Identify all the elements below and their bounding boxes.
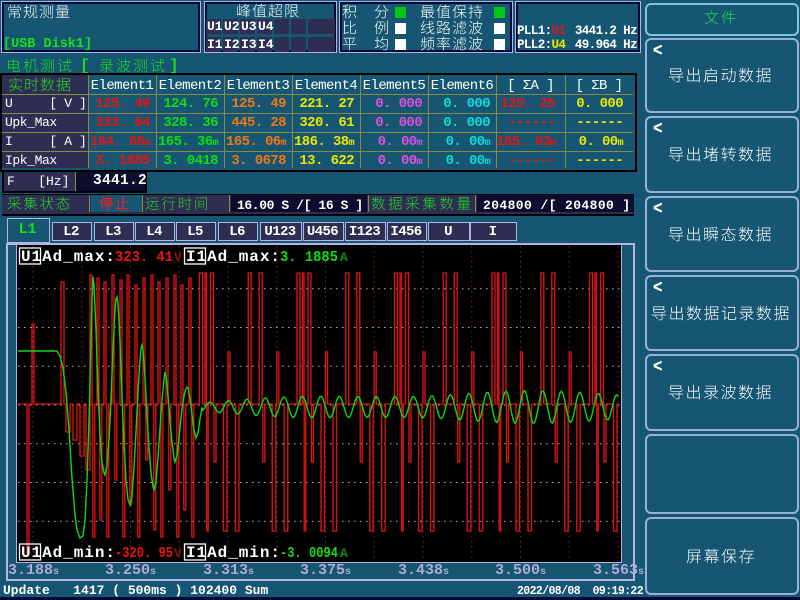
svg-text:323. 41: 323. 41 bbox=[115, 249, 173, 266]
svg-text:-3. 0094: -3. 0094 bbox=[280, 545, 338, 561]
svg-text:I1Ad_min:: I1Ad_min: bbox=[186, 544, 280, 561]
svg-text:U1Ad_max:: U1Ad_max: bbox=[21, 248, 115, 266]
svg-text:U1Ad_min:: U1Ad_min: bbox=[21, 544, 115, 561]
svg-text:-320. 95: -320. 95 bbox=[115, 545, 173, 561]
svg-text:3. 1885: 3. 1885 bbox=[280, 249, 338, 266]
svg-text:A: A bbox=[340, 250, 348, 265]
svg-text:V: V bbox=[174, 546, 182, 561]
svg-text:I1Ad_max:: I1Ad_max: bbox=[186, 248, 280, 266]
svg-text:A: A bbox=[340, 546, 348, 561]
svg-text:V: V bbox=[174, 250, 182, 265]
